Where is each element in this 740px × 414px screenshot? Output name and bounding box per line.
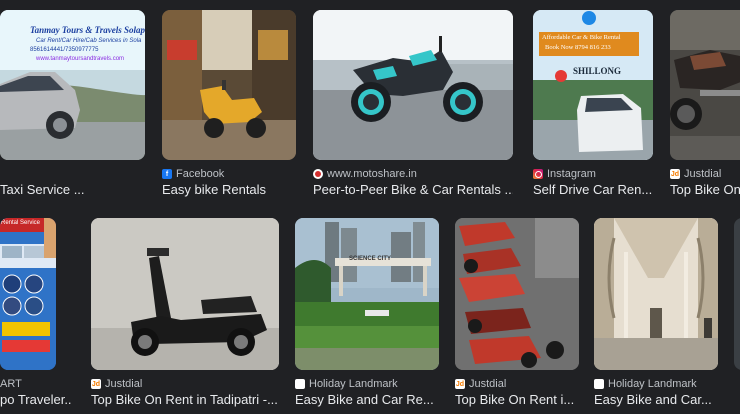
scooter-image <box>91 218 279 370</box>
result-title[interactable]: Top Bike On <box>670 182 740 197</box>
result-thumbnail[interactable] <box>455 218 579 370</box>
thumb-text-3: 8561614441/7350977775 <box>30 47 99 53</box>
source-label: Facebook <box>176 168 225 180</box>
result-source[interactable]: Holiday Landmark <box>594 378 718 390</box>
thumb-text-2: Book Now 8794 816 233 <box>545 44 611 51</box>
result-thumbnail[interactable] <box>313 10 513 160</box>
result-card-easy-bike-rentals[interactable]: f Facebook Easy bike Rentals <box>162 10 296 206</box>
result-thumbnail[interactable] <box>594 218 718 370</box>
result-title[interactable]: Peer-to-Peer Bike & Car Rentals ... <box>313 182 513 197</box>
science-city-image <box>295 218 439 370</box>
result-card-tadipatri[interactable]: Jd Justdial Top Bike On Rent in Tadipatr… <box>91 218 279 410</box>
source-label: Holiday Landmark <box>309 378 398 390</box>
result-title[interactable]: Easy Bike and Car... <box>594 392 718 407</box>
travel-poster-image <box>0 218 56 370</box>
result-source[interactable]: www.motoshare.in <box>313 168 513 180</box>
result-title[interactable]: Self Drive Car Ren... <box>533 182 653 197</box>
source-label: Justdial <box>684 168 722 180</box>
result-source[interactable]: Jd Justdial <box>670 168 740 180</box>
result-card-tempo-traveler[interactable]: Rental Service ART po Traveler... <box>0 218 72 410</box>
thumb-text-1: Rental Service <box>1 220 41 226</box>
result-title[interactable]: Easy Bike and Car Re... <box>295 392 439 407</box>
thumb-text-3: SHILLONG <box>573 66 622 76</box>
scooter-street-image <box>162 10 296 160</box>
result-thumbnail[interactable]: Affordable Car & Bike Rental Book Now 87… <box>533 10 653 160</box>
justdial-icon: Jd <box>91 379 101 389</box>
result-thumbnail[interactable] <box>734 218 740 370</box>
result-card-self-drive[interactable]: Affordable Car & Bike Rental Book Now 87… <box>533 10 653 206</box>
result-card-science-city[interactable]: SCIENCE CITY Holiday Landmark Easy Bike … <box>295 218 439 410</box>
result-title[interactable]: Easy bike Rentals <box>162 182 296 197</box>
thumb-text-1: Affordable Car & Bike Rental <box>542 34 621 41</box>
red-bikes-image <box>455 218 579 370</box>
motorcycle-image <box>313 10 513 160</box>
holiday-landmark-icon <box>594 379 604 389</box>
bikes-parked-image <box>670 10 740 160</box>
car-rental-poster-image <box>533 10 653 160</box>
result-card-top-bike-on-rent[interactable]: Jd Justdial Top Bike On Rent i... <box>455 218 579 410</box>
facebook-icon: f <box>162 169 172 179</box>
result-thumbnail[interactable] <box>162 10 296 160</box>
result-title[interactable]: po Traveler... <box>0 392 72 407</box>
source-label: Holiday Landmark <box>608 378 697 390</box>
result-title[interactable]: Taxi Service ... <box>0 182 145 197</box>
thumb-text-2: Car Rent/Car Hire/Cab Services in Sola <box>36 38 142 44</box>
thumb-text-1: SCIENCE CITY <box>349 256 392 262</box>
result-source[interactable]: Jd Justdial <box>455 378 579 390</box>
result-card-clipped[interactable] <box>734 218 740 410</box>
result-title[interactable]: Top Bike On Rent in Tadipatri -... <box>91 392 279 407</box>
source-label: Justdial <box>469 378 507 390</box>
result-card-taxi-service[interactable]: Tanmay Tours & Travels Solap Car Rent/Ca… <box>0 10 145 206</box>
result-thumbnail[interactable] <box>91 218 279 370</box>
result-thumbnail[interactable]: Rental Service <box>0 218 56 370</box>
result-thumbnail[interactable]: Tanmay Tours & Travels Solap Car Rent/Ca… <box>0 10 145 160</box>
result-thumbnail[interactable] <box>670 10 740 160</box>
result-source[interactable]: Jd Justdial <box>91 378 279 390</box>
source-label: Justdial <box>105 378 143 390</box>
result-thumbnail[interactable]: SCIENCE CITY <box>295 218 439 370</box>
thumb-text-1: Tanmay Tours & Travels Solap <box>30 25 145 35</box>
result-source[interactable]: ART <box>0 378 72 390</box>
result-card-easy-bike-and-car[interactable]: Holiday Landmark Easy Bike and Car... <box>594 218 718 410</box>
result-source[interactable]: Instagram <box>533 168 653 180</box>
justdial-icon: Jd <box>670 169 680 179</box>
result-title[interactable]: Top Bike On Rent i... <box>455 392 579 407</box>
justdial-icon: Jd <box>455 379 465 389</box>
result-card-peer-to-peer[interactable]: www.motoshare.in Peer-to-Peer Bike & Car… <box>313 10 513 206</box>
result-source[interactable]: Holiday Landmark <box>295 378 439 390</box>
motoshare-icon <box>313 169 323 179</box>
thumb-text-4: www.tanmaytoursandtravels.com <box>36 56 125 62</box>
holiday-landmark-icon <box>295 379 305 389</box>
colonnade-corridor-image <box>594 218 718 370</box>
source-label: www.motoshare.in <box>327 168 417 180</box>
instagram-icon <box>533 169 543 179</box>
source-label: Instagram <box>547 168 596 180</box>
source-label: ART <box>0 378 22 390</box>
result-source[interactable]: f Facebook <box>162 168 296 180</box>
result-card-top-bike-on[interactable]: Jd Justdial Top Bike On <box>670 10 740 206</box>
